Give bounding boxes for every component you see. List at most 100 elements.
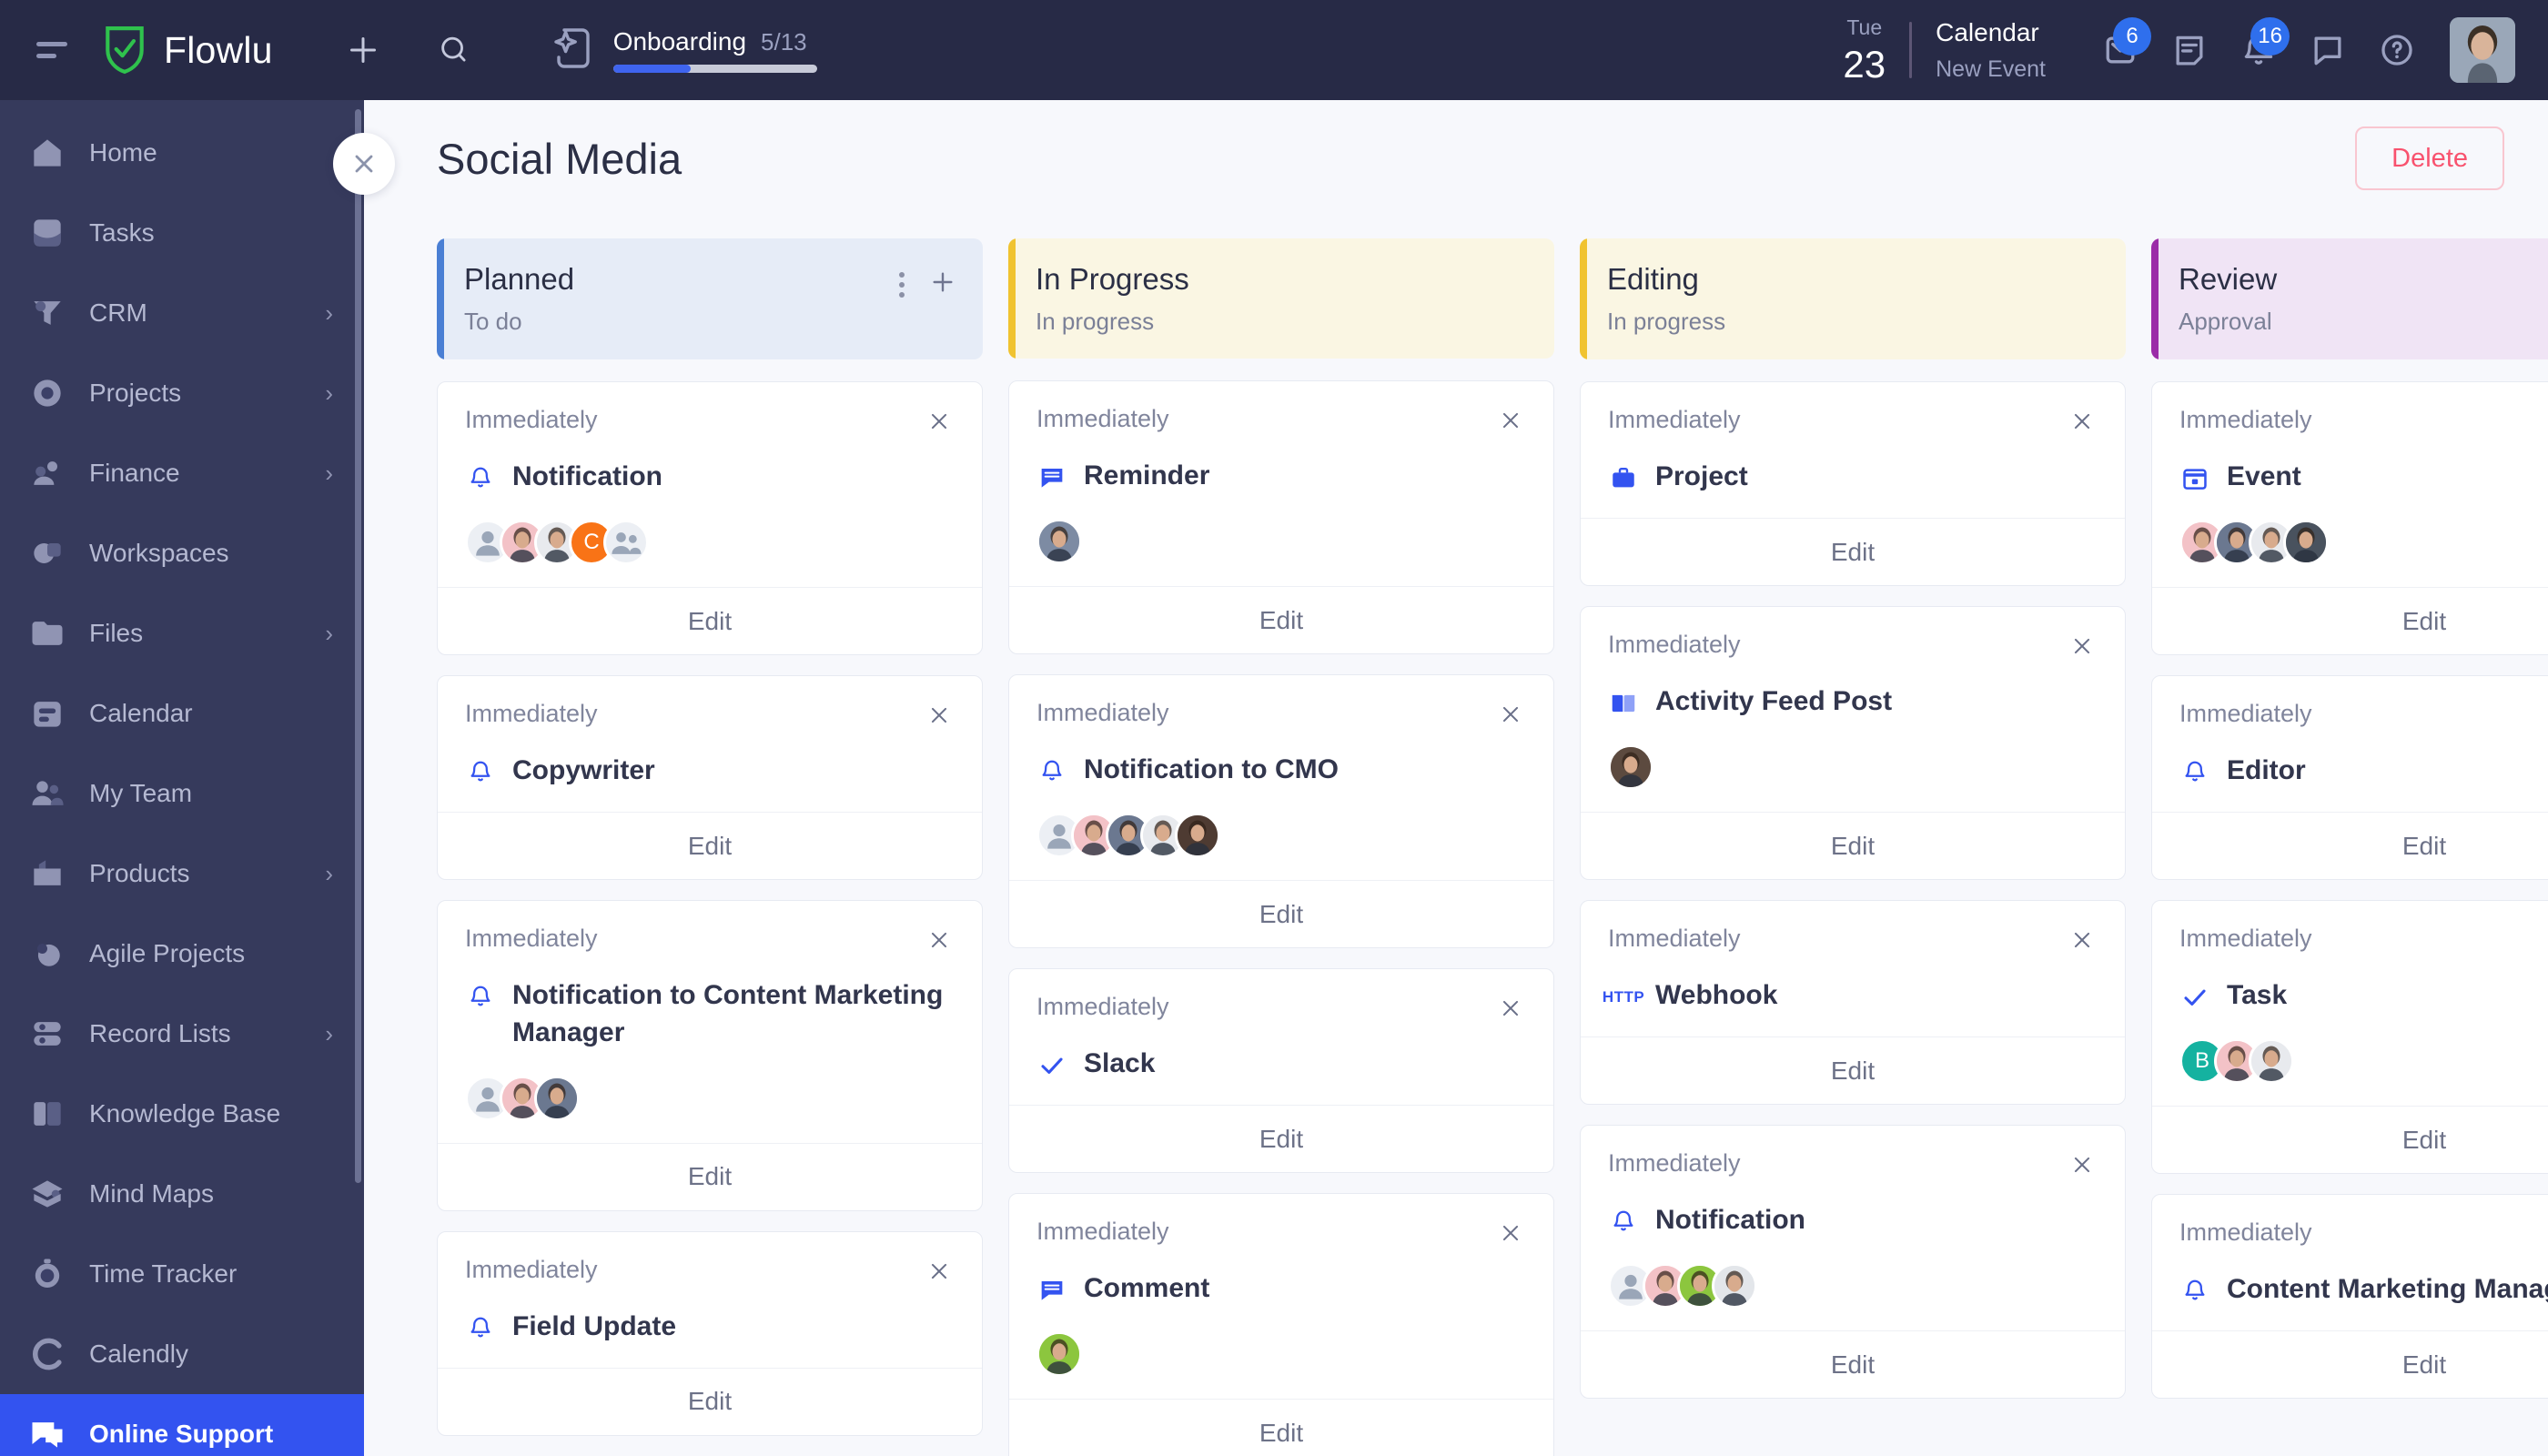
assignee-avatars[interactable] bbox=[2179, 520, 2548, 565]
close-icon[interactable] bbox=[924, 925, 955, 956]
sidebar-scrollbar[interactable] bbox=[355, 109, 361, 1183]
notifications-button[interactable]: 16 bbox=[2230, 17, 2290, 79]
sidebar-item-online-support[interactable]: Online Support bbox=[0, 1394, 364, 1456]
close-icon[interactable] bbox=[2067, 406, 2098, 437]
sidebar-item-files[interactable]: Files › bbox=[0, 593, 364, 673]
sidebar-item-home[interactable]: Home bbox=[0, 113, 364, 193]
add-new-button[interactable] bbox=[339, 25, 388, 75]
automation-card[interactable]: Immediately Comment Edit bbox=[1008, 1193, 1554, 1456]
automation-card[interactable]: Immediately Activity Feed Post Edit bbox=[1580, 606, 2126, 880]
card-edit-button[interactable]: Edit bbox=[2152, 587, 2548, 654]
column-header[interactable]: Editing In progress bbox=[1580, 238, 2126, 359]
automation-card[interactable]: Immediately Project Edit bbox=[1580, 381, 2126, 586]
close-panel-button[interactable] bbox=[333, 133, 395, 195]
assignee-avatars[interactable]: B bbox=[2179, 1038, 2548, 1084]
close-icon[interactable] bbox=[924, 700, 955, 731]
card-edit-button[interactable]: Edit bbox=[1009, 880, 1553, 947]
assignee-avatars[interactable] bbox=[1036, 813, 1526, 859]
mail-badge: 6 bbox=[2113, 17, 2151, 56]
search-icon[interactable] bbox=[430, 25, 479, 75]
automation-card[interactable]: Immediately Editor Edit bbox=[2151, 675, 2548, 880]
sidebar-item-label: Online Support bbox=[89, 1420, 274, 1448]
sidebar-item-mind-maps[interactable]: Mind Maps bbox=[0, 1154, 364, 1234]
assignee-avatars[interactable] bbox=[1036, 519, 1526, 565]
close-icon[interactable] bbox=[2067, 1149, 2098, 1180]
sidebar-item-record-lists[interactable]: Record Lists › bbox=[0, 994, 364, 1074]
card-edit-button[interactable]: Edit bbox=[1009, 1399, 1553, 1456]
sidebar-item-tasks[interactable]: Tasks bbox=[0, 193, 364, 273]
bell-icon bbox=[2179, 1274, 2210, 1309]
card-edit-button[interactable]: Edit bbox=[2152, 812, 2548, 879]
assignee-avatars[interactable] bbox=[1608, 744, 2098, 790]
card-edit-button[interactable]: Edit bbox=[1009, 1105, 1553, 1172]
card-edit-button[interactable]: Edit bbox=[2152, 1330, 2548, 1398]
card-edit-button[interactable]: Edit bbox=[438, 587, 982, 654]
sidebar-item-projects[interactable]: Projects › bbox=[0, 353, 364, 433]
automation-card[interactable]: Immediately Field Update Edit bbox=[437, 1230, 983, 1436]
automation-card[interactable]: Immediately Copywriter Edit bbox=[437, 675, 983, 880]
sidebar-item-crm[interactable]: CRM › bbox=[0, 273, 364, 353]
sidebar-item-my-team[interactable]: My Team bbox=[0, 753, 364, 834]
automation-card[interactable]: Immediately Notification Edit bbox=[1580, 1125, 2126, 1399]
automation-card[interactable]: Immediately HTTP Webhook Edit bbox=[1580, 900, 2126, 1105]
calendar-shortcut[interactable]: Calendar New Event bbox=[1936, 18, 2046, 83]
assignee-avatars[interactable] bbox=[465, 1075, 955, 1121]
card-edit-button[interactable]: Edit bbox=[1581, 812, 2125, 879]
sidebar-item-agile-projects[interactable]: Agile Projects bbox=[0, 914, 364, 994]
card-title: Slack bbox=[1084, 1048, 1156, 1079]
close-icon[interactable] bbox=[1495, 993, 1526, 1024]
add-card-icon[interactable] bbox=[928, 268, 957, 301]
automation-card[interactable]: Immediately Event Edit bbox=[2151, 381, 2548, 655]
user-avatar[interactable] bbox=[2450, 17, 2515, 83]
sidebar-item-finance[interactable]: Finance › bbox=[0, 433, 364, 513]
automation-card[interactable]: Immediately Reminder Edit bbox=[1008, 380, 1554, 655]
automation-card[interactable]: Immediately Slack Edit bbox=[1008, 968, 1554, 1174]
card-edit-button[interactable]: Edit bbox=[438, 1142, 982, 1210]
assignee-avatars[interactable] bbox=[1036, 1331, 1526, 1378]
assignee-avatars[interactable]: C bbox=[465, 520, 955, 565]
sidebar-item-calendar[interactable]: Calendar bbox=[0, 673, 364, 753]
sidebar-item-calendly[interactable]: Calendly bbox=[0, 1314, 364, 1394]
card-edit-button[interactable]: Edit bbox=[1581, 1036, 2125, 1104]
card-edit-button[interactable]: Edit bbox=[2152, 1106, 2548, 1173]
automation-card[interactable]: Immediately Notification C Edit bbox=[437, 381, 983, 655]
column-header[interactable]: In Progress In progress bbox=[1008, 238, 1554, 359]
automation-card[interactable]: Immediately Notification to CMO Edit bbox=[1008, 674, 1554, 949]
close-icon[interactable] bbox=[1495, 699, 1526, 730]
notes-button[interactable] bbox=[2160, 21, 2219, 79]
mail-button[interactable]: 6 bbox=[2091, 17, 2151, 79]
automation-card[interactable]: Immediately Task B Edit bbox=[2151, 900, 2548, 1174]
close-icon[interactable] bbox=[924, 406, 955, 437]
onboarding-progress[interactable]: Onboarding 5/13 bbox=[550, 25, 817, 76]
card-edit-button[interactable]: Edit bbox=[1009, 586, 1553, 653]
kanban-column-review: Review Approval Immediately Event Edit Immedi… bbox=[2151, 238, 2548, 1456]
automation-card[interactable]: Immediately Notification to Content Marke… bbox=[437, 900, 983, 1211]
card-edit-button[interactable]: Edit bbox=[1581, 518, 2125, 585]
date-display[interactable]: Tue 23 bbox=[1843, 16, 1886, 84]
column-header[interactable]: Planned To do bbox=[437, 238, 983, 359]
column-menu-icon[interactable] bbox=[899, 271, 905, 298]
close-icon[interactable] bbox=[2067, 631, 2098, 662]
delete-button[interactable]: Delete bbox=[2355, 126, 2504, 190]
assignee-avatars[interactable] bbox=[1608, 1263, 2098, 1309]
sidebar-item-workspaces[interactable]: Workspaces bbox=[0, 513, 364, 593]
menu-toggle-icon[interactable] bbox=[36, 38, 69, 62]
close-icon[interactable] bbox=[924, 1256, 955, 1287]
card-edit-button[interactable]: Edit bbox=[438, 812, 982, 879]
sidebar-item-products[interactable]: Products › bbox=[0, 834, 364, 914]
brand-logo[interactable]: Flowlu bbox=[102, 25, 273, 75]
close-icon[interactable] bbox=[2067, 925, 2098, 956]
card-edit-button[interactable]: Edit bbox=[438, 1367, 982, 1435]
onboarding-title: Onboarding bbox=[612, 27, 747, 56]
card-edit-button[interactable]: Edit bbox=[1581, 1330, 2125, 1398]
sidebar-item-knowledge-base[interactable]: Knowledge Base bbox=[0, 1074, 364, 1154]
sidebar-item-time-tracker[interactable]: Time Tracker bbox=[0, 1234, 364, 1314]
close-icon[interactable] bbox=[1495, 1218, 1526, 1249]
column-header[interactable]: Review Approval bbox=[2151, 238, 2548, 359]
help-button[interactable] bbox=[2368, 21, 2426, 79]
automation-card[interactable]: Immediately Content Marketing Manager Edit bbox=[2151, 1194, 2548, 1399]
card-body: Immediately Task B bbox=[2152, 901, 2548, 1106]
close-icon[interactable] bbox=[1495, 405, 1526, 436]
chat-button[interactable] bbox=[2299, 21, 2357, 79]
card-trigger-timing: Immediately bbox=[1608, 631, 1741, 658]
